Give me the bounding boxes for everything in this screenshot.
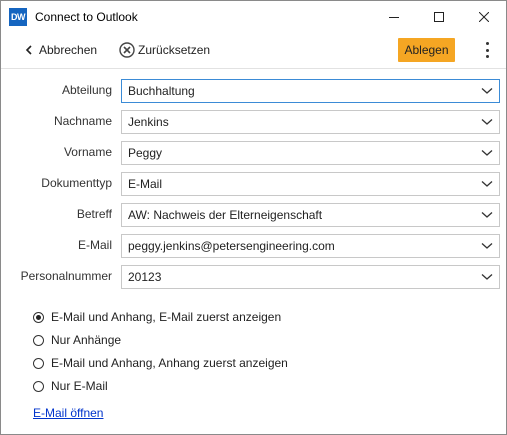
form-row-personalnummer: Personalnummer 20123 (1, 265, 506, 289)
file-button-label: Ablegen (404, 43, 449, 57)
maximize-button[interactable] (416, 1, 461, 32)
field-label: Abteilung (61, 83, 112, 97)
more-options-icon[interactable] (484, 42, 490, 58)
chevron-down-icon[interactable] (477, 111, 497, 133)
form-row-nachname: Nachname Jenkins (1, 110, 506, 134)
cancel-button[interactable]: Abbrechen (25, 43, 97, 57)
first-name-select[interactable]: Peggy (121, 141, 500, 165)
field-label: Vorname (63, 145, 112, 159)
radio-button[interactable] (33, 311, 44, 323)
last-name-select[interactable]: Jenkins (121, 110, 500, 134)
employee-number-select[interactable]: 20123 (121, 265, 500, 289)
chevron-down-icon[interactable] (477, 80, 497, 102)
field-label: Dokumenttyp (41, 176, 112, 190)
maximize-icon (433, 11, 444, 22)
form-row-abteilung: Abteilung Buchhaltung (1, 79, 506, 103)
field-value: Buchhaltung (128, 84, 195, 98)
reset-label: Zurücksetzen (138, 43, 211, 57)
option-label: Nur Anhänge (51, 333, 122, 347)
form-row-email: E-Mail peggy.jenkins@petersengineering.c… (1, 234, 506, 258)
subject-select[interactable]: AW: Nachweis der Elterneigenschaft (121, 203, 500, 227)
field-label: Personalnummer (20, 269, 112, 283)
reset-x-circle-icon (119, 42, 135, 58)
option-email-and-attachment-email-first[interactable]: E-Mail und Anhang, E-Mail zuerst anzeige… (33, 307, 281, 327)
kebab-dot (485, 55, 489, 58)
kebab-dot (485, 48, 489, 52)
chevron-down-icon[interactable] (477, 142, 497, 164)
field-value: 20123 (128, 270, 162, 284)
email-select[interactable]: peggy.jenkins@petersengineering.com (121, 234, 500, 258)
form-row-dokumenttyp: Dokumenttyp E-Mail (1, 172, 506, 196)
close-icon (478, 11, 489, 22)
close-button[interactable] (461, 1, 506, 32)
field-label: Betreff (76, 207, 112, 221)
app-window: DW Connect to Outlook Abbrechen Zurückse… (0, 0, 507, 435)
window-title: Connect to Outlook (35, 9, 138, 24)
chevron-down-icon[interactable] (477, 266, 497, 288)
form-row-vorname: Vorname Peggy (1, 141, 506, 165)
field-label: Nachname (53, 114, 112, 128)
kebab-dot (485, 42, 489, 45)
department-select[interactable]: Buchhaltung (121, 79, 500, 103)
reset-button[interactable]: Zurücksetzen (119, 42, 210, 58)
form-row-betreff: Betreff AW: Nachweis der Elterneigenscha… (1, 203, 506, 227)
document-type-select[interactable]: E-Mail (121, 172, 500, 196)
field-value: Jenkins (128, 115, 169, 129)
file-button[interactable]: Ablegen (398, 38, 455, 62)
toolbar: Abbrechen Zurücksetzen Ablegen (1, 32, 506, 69)
radio-button[interactable] (33, 380, 44, 392)
option-label: Nur E-Mail (51, 379, 108, 393)
minimize-icon (388, 16, 399, 18)
field-label: E-Mail (77, 238, 112, 252)
title-bar: DW Connect to Outlook (1, 1, 506, 32)
option-label: E-Mail und Anhang, E-Mail zuerst anzeige… (51, 310, 282, 324)
chevron-down-icon[interactable] (477, 173, 497, 195)
chevron-left-icon (25, 45, 32, 55)
chevron-down-icon[interactable] (477, 204, 497, 226)
option-email-only[interactable]: Nur E-Mail (33, 376, 108, 396)
option-attachments-only[interactable]: Nur Anhänge (33, 330, 121, 350)
field-value: AW: Nachweis der Elterneigenschaft (128, 208, 323, 222)
cancel-label: Abbrechen (39, 43, 98, 57)
option-label: E-Mail und Anhang, Anhang zuerst anzeige… (51, 356, 288, 370)
field-value: peggy.jenkins@petersengineering.com (128, 239, 335, 253)
option-email-and-attachment-attachment-first[interactable]: E-Mail und Anhang, Anhang zuerst anzeige… (33, 353, 288, 373)
field-value: E-Mail (128, 177, 163, 191)
app-logo-icon: DW (9, 7, 27, 26)
chevron-down-icon[interactable] (477, 235, 497, 257)
minimize-button[interactable] (371, 1, 416, 32)
field-value: Peggy (128, 146, 163, 160)
open-email-link[interactable]: E-Mail öffnen (33, 406, 103, 420)
radio-button[interactable] (33, 357, 44, 369)
radio-button[interactable] (33, 334, 44, 346)
